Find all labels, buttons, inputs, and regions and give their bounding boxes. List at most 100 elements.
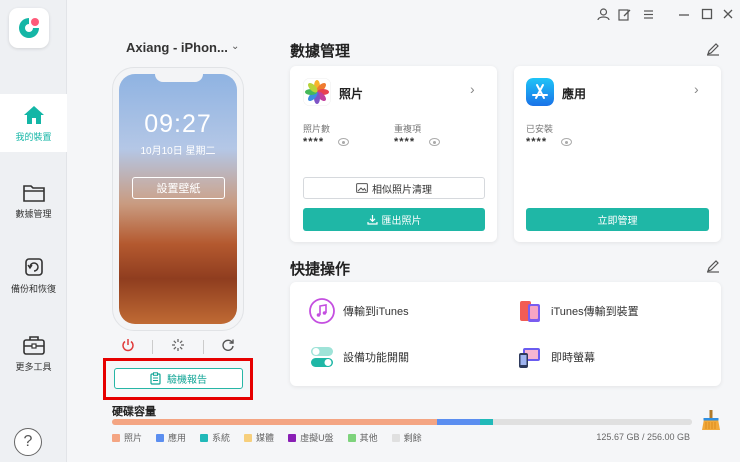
loading-icon xyxy=(171,338,184,351)
legend-label: 媒體 xyxy=(256,433,275,443)
minimize-button[interactable] xyxy=(676,6,692,22)
image-icon xyxy=(356,183,368,193)
legend-swatch xyxy=(347,433,356,442)
quick-item-label: iTunes傳輸到裝置 xyxy=(551,306,639,318)
menu-button[interactable] xyxy=(640,6,656,22)
storage-bar xyxy=(112,419,692,425)
minimize-icon xyxy=(679,14,689,16)
photos-card: 照片 › 照片數 **** 重複項 **** 相似照片清理 匯出照片 xyxy=(290,66,497,242)
data-management-title: 數據管理 xyxy=(290,43,351,60)
apps-card-title: 應用 xyxy=(562,87,587,101)
help-label: ? xyxy=(23,433,33,450)
legend-swatch xyxy=(244,433,253,442)
device-toggles-item[interactable]: 設備功能開關 xyxy=(309,344,409,370)
storage-segment xyxy=(493,419,692,425)
sidebar: 我的裝置 數據管理 備份和恢復 更多工具 ? xyxy=(0,0,67,462)
legend-item: 剩餘 xyxy=(391,431,422,444)
manage-apps-button[interactable]: 立即管理 xyxy=(526,208,709,231)
device-actions xyxy=(112,336,244,358)
legend-item: 照片 xyxy=(112,431,142,444)
photos-app-icon xyxy=(303,78,331,106)
toggle-icon xyxy=(311,347,333,367)
restart-button[interactable] xyxy=(221,338,235,357)
divider xyxy=(202,340,204,354)
duplicates-value: **** xyxy=(394,136,416,148)
phone-date: 10月10日 星期二 xyxy=(140,146,216,157)
chevron-right-icon[interactable]: › xyxy=(694,81,699,97)
eye-icon[interactable] xyxy=(338,138,349,146)
storage-segment xyxy=(112,419,437,425)
screen-mirror-icon xyxy=(519,348,540,368)
inspection-report-button[interactable]: 驗機報告 xyxy=(114,368,243,389)
legend-swatch xyxy=(391,433,400,442)
broom-icon[interactable] xyxy=(700,409,722,431)
itunes-icon xyxy=(309,298,335,324)
iphone-icon xyxy=(520,301,540,322)
clipboard-icon xyxy=(150,372,161,385)
refresh-icon xyxy=(222,339,234,351)
storage-segment xyxy=(436,419,481,425)
backup-icon xyxy=(24,257,43,276)
close-button[interactable] xyxy=(720,6,736,22)
sidebar-item-label: 備份和恢復 xyxy=(10,283,56,294)
legend-swatch xyxy=(200,433,209,442)
legend-swatch xyxy=(112,433,120,442)
sidebar-item-label: 我的裝置 xyxy=(15,131,52,142)
edit-icon[interactable] xyxy=(706,42,720,56)
chevron-right-icon[interactable]: › xyxy=(470,81,475,97)
power-off-button[interactable] xyxy=(121,338,135,357)
legend-item: 其他 xyxy=(347,431,378,444)
similar-photo-clean-label: 相似照片清理 xyxy=(372,184,432,196)
storage-capacity: 125.67 GB / 256.00 GB xyxy=(596,432,690,442)
legend-label: 系統 xyxy=(212,433,231,443)
device-name[interactable]: Axiang - iPhon... xyxy=(126,40,228,55)
user-icon xyxy=(596,7,610,20)
similar-photo-clean-button[interactable]: 相似照片清理 xyxy=(303,177,485,199)
itunes-to-device-item[interactable]: iTunes傳輸到裝置 xyxy=(517,298,639,324)
close-icon xyxy=(723,9,733,19)
legend-label: 虛擬U盤 xyxy=(300,433,334,443)
quick-actions-title: 快捷操作 xyxy=(290,261,351,278)
manage-apps-label: 立即管理 xyxy=(597,216,638,227)
help-button[interactable]: ? xyxy=(14,428,42,456)
account-button[interactable] xyxy=(595,6,611,22)
legend-swatch xyxy=(156,433,165,442)
legend-item: 媒體 xyxy=(244,431,274,444)
screen-mirror-item[interactable]: 即時螢幕 xyxy=(517,344,595,370)
apps-card: 應用 › 已安裝 **** 立即管理 xyxy=(514,66,721,242)
eye-icon[interactable] xyxy=(561,138,572,146)
transfer-to-itunes-item[interactable]: 傳輸到iTunes xyxy=(309,298,409,324)
sidebar-item-data-management[interactable]: 數據管理 xyxy=(0,172,67,230)
menu-icon xyxy=(644,9,653,19)
app-logo-icon xyxy=(19,18,39,38)
legend-swatch xyxy=(288,433,297,442)
divider xyxy=(152,340,154,354)
download-icon xyxy=(366,215,378,225)
set-wallpaper-button[interactable]: 設置壁紙 xyxy=(132,177,225,199)
phone-notch xyxy=(155,74,203,82)
maximize-icon xyxy=(701,8,713,20)
sidebar-item-my-device[interactable]: 我的裝置 xyxy=(0,94,67,152)
chevron-down-icon[interactable]: ⌄ xyxy=(231,41,239,52)
edit-icon[interactable] xyxy=(706,259,720,273)
sidebar-item-more-tools[interactable]: 更多工具 xyxy=(0,324,67,382)
folder-icon xyxy=(22,184,45,202)
duplicates-label: 重複項 xyxy=(394,124,422,134)
legend-item: 虛擬U盤 xyxy=(288,431,334,444)
recovery-mode-button[interactable] xyxy=(171,338,185,357)
legend-item: 應用 xyxy=(156,431,186,444)
legend-label: 剩餘 xyxy=(403,433,422,443)
maximize-button[interactable] xyxy=(699,6,715,22)
export-photos-button[interactable]: 匯出照片 xyxy=(303,208,485,231)
report-button-label: 驗機報告 xyxy=(167,375,207,386)
eye-icon[interactable] xyxy=(429,138,440,146)
quick-actions-card: 傳輸到iTunes iTunes傳輸到裝置 設備功能開關 即時螢幕 xyxy=(290,282,721,386)
quick-item-label: 即時螢幕 xyxy=(551,352,595,364)
feedback-button[interactable] xyxy=(616,6,632,22)
export-photos-label: 匯出照片 xyxy=(381,216,422,227)
quick-item-label: 設備功能開關 xyxy=(343,352,409,364)
phone-screen: 09:27 10月10日 星期二 設置壁紙 xyxy=(119,74,237,324)
power-icon xyxy=(122,338,134,351)
legend-label: 照片 xyxy=(124,433,143,443)
sidebar-item-backup-restore[interactable]: 備份和恢復 xyxy=(0,246,67,304)
